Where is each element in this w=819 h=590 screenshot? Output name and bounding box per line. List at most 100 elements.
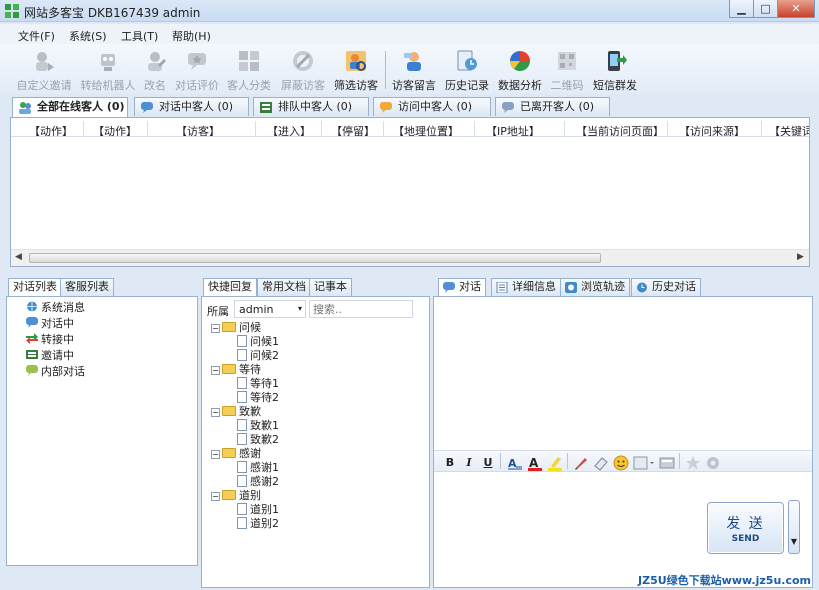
col-current-page[interactable]: 【当前访问页面】	[576, 123, 664, 136]
reply-item[interactable]: 感谢2	[237, 475, 279, 488]
tab-history-chat[interactable]: 历史对话	[631, 278, 701, 296]
col-source[interactable]: 【访问来源】	[679, 123, 745, 136]
font-icon[interactable]: A	[507, 455, 523, 471]
tab-visiting[interactable]: 访问中客人 (0)	[373, 97, 491, 116]
filter-visitor-button[interactable]: 筛选访客	[331, 47, 381, 93]
toolbar-separator	[567, 453, 568, 469]
chevron-down-icon: ▾	[297, 304, 302, 313]
col-action-2[interactable]: 【动作】	[93, 123, 137, 136]
menu-system[interactable]: 系统(S)	[69, 28, 107, 44]
classify-button[interactable]: 客人分类	[224, 47, 274, 93]
col-stay[interactable]: 【停留】	[331, 123, 375, 136]
collapse-icon[interactable]: −	[211, 408, 220, 417]
bold-button[interactable]: B	[442, 455, 458, 471]
reply-group[interactable]: − 等待	[211, 363, 261, 376]
scroll-thumb[interactable]	[29, 253, 601, 263]
collapse-icon[interactable]: −	[211, 366, 220, 375]
tab-common-docs[interactable]: 常用文档	[257, 278, 311, 296]
guest-message-button[interactable]: 访客留言	[389, 47, 439, 93]
tab-chatting[interactable]: 对话中客人 (0)	[134, 97, 249, 116]
tab-all-online[interactable]: 全部在线客人 (0)	[12, 97, 128, 117]
tab-queueing[interactable]: 排队中客人 (0)	[253, 97, 369, 116]
tab-quick-reply[interactable]: 快捷回复	[203, 278, 257, 297]
settings-icon[interactable]	[705, 455, 721, 471]
reply-item[interactable]: 问候2	[237, 349, 279, 362]
reply-search-input[interactable]	[309, 300, 413, 318]
analytics-button[interactable]: 数据分析	[495, 47, 545, 93]
horizontal-scrollbar[interactable]: ◀ ▶	[11, 249, 809, 266]
italic-button[interactable]: I	[461, 455, 477, 471]
tree-inviting[interactable]: 邀请中	[26, 349, 74, 362]
folder-icon	[222, 490, 236, 500]
tree-internal-chat[interactable]: 内部对话	[26, 365, 85, 378]
menu-tools[interactable]: 工具(T)	[121, 28, 158, 44]
reply-group[interactable]: − 致歉	[211, 405, 261, 418]
menu-help[interactable]: 帮助(H)	[172, 28, 211, 44]
close-button[interactable]: ✕	[777, 0, 815, 18]
font-color-icon[interactable]: A	[527, 455, 543, 471]
col-visitor[interactable]: 【访客】	[176, 123, 220, 136]
send-button[interactable]: 发 送 SEND	[707, 502, 784, 554]
menu-file[interactable]: 文件(F)	[18, 28, 55, 44]
brush-icon[interactable]	[573, 455, 589, 471]
reply-item[interactable]: 致歉2	[237, 433, 279, 446]
scroll-left-icon[interactable]: ◀	[15, 252, 22, 262]
col-keyword[interactable]: 【关键词	[769, 123, 809, 136]
star-icon[interactable]	[685, 455, 701, 471]
collapse-icon[interactable]: −	[211, 324, 220, 333]
send-label-en: SEND	[731, 534, 760, 544]
tab-notepad[interactable]: 记事本	[309, 278, 352, 296]
highlight-icon[interactable]	[547, 455, 563, 471]
reply-item[interactable]: 等待1	[237, 377, 279, 390]
reply-item[interactable]: 道别1	[237, 503, 279, 516]
send-file-icon[interactable]	[659, 455, 675, 471]
history-button[interactable]: 历史记录	[442, 47, 492, 93]
rename-button[interactable]: 改名	[140, 47, 170, 93]
reply-group[interactable]: − 问候	[211, 321, 261, 334]
visitor-list[interactable]: 【动作】 【动作】 【访客】 【进入】 【停留】 【地理位置】 【IP地址】 【…	[10, 117, 810, 267]
col-location[interactable]: 【地理位置】	[393, 123, 459, 136]
tab-conversation-list[interactable]: 对话列表	[8, 278, 62, 297]
col-enter[interactable]: 【进入】	[267, 123, 311, 136]
column-divider	[83, 121, 84, 136]
maximize-button[interactable]: □	[753, 0, 778, 18]
reply-group[interactable]: − 感谢	[211, 447, 261, 460]
tree-chatting[interactable]: 对话中	[26, 317, 74, 330]
collapse-icon[interactable]: −	[211, 492, 220, 501]
column-header: 【动作】 【动作】 【访客】 【进入】 【停留】 【地理位置】 【IP地址】 【…	[11, 121, 809, 137]
custom-invite-button[interactable]: 自定义邀请	[14, 47, 74, 93]
tab-dialog[interactable]: 对话	[438, 278, 486, 297]
reply-item[interactable]: 问候1	[237, 335, 279, 348]
column-divider	[383, 121, 384, 136]
block-visitor-button[interactable]: 屏蔽访客	[278, 47, 328, 93]
reply-item[interactable]: 道别2	[237, 517, 279, 530]
emoji-icon[interactable]	[613, 455, 629, 471]
tree-system-message[interactable]: 系统消息	[26, 301, 85, 314]
sms-broadcast-button[interactable]: 短信群发	[590, 47, 640, 93]
col-action-1[interactable]: 【动作】	[29, 123, 73, 136]
tab-left[interactable]: 已离开客人 (0)	[495, 97, 610, 116]
col-ip[interactable]: 【IP地址】	[486, 123, 540, 136]
reply-item[interactable]: 感谢1	[237, 461, 279, 474]
reply-group[interactable]: − 道别	[211, 489, 261, 502]
collapse-icon[interactable]: −	[211, 450, 220, 459]
owner-select[interactable]: admin ▾	[234, 300, 306, 318]
tab-browse-trail[interactable]: 浏览轨迹	[560, 278, 630, 296]
screenshot-icon[interactable]	[633, 455, 655, 471]
qrcode-button[interactable]: 二维码	[549, 47, 585, 93]
watermark: JZ5U绿色下载站www.jz5u.com	[638, 574, 811, 587]
send-options-button[interactable]: ▼	[788, 500, 800, 554]
eraser-icon[interactable]	[593, 455, 609, 471]
scroll-right-icon[interactable]: ▶	[797, 252, 804, 262]
folder-icon	[222, 364, 236, 374]
rating-button[interactable]: 对话评价	[172, 47, 222, 93]
minimize-button[interactable]: ▁	[729, 0, 754, 18]
tab-details[interactable]: 详细信息	[491, 278, 561, 296]
reply-item[interactable]: 致歉1	[237, 419, 279, 432]
underline-button[interactable]: U	[480, 455, 496, 471]
tab-agent-list[interactable]: 客服列表	[60, 278, 114, 296]
robot-transfer-button[interactable]: 转给机器人	[78, 47, 138, 93]
tree-transferring[interactable]: 转接中	[26, 333, 74, 346]
message-display[interactable]	[434, 297, 812, 450]
reply-item[interactable]: 等待2	[237, 391, 279, 404]
